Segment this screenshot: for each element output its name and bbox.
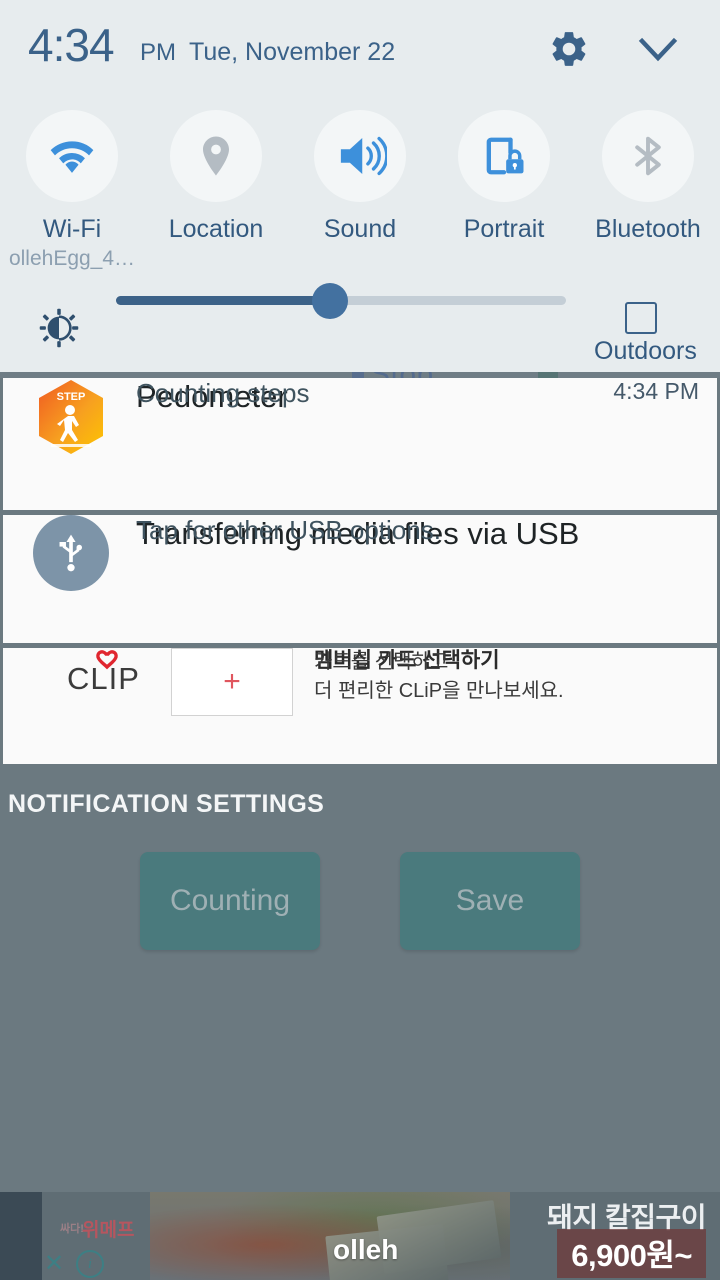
clock-ampm: PM bbox=[140, 39, 176, 66]
wifi-icon bbox=[26, 110, 118, 202]
notification-pedometer[interactable]: STEP Pedometer Counting steps 4:34 PM bbox=[3, 378, 717, 510]
usb-icon bbox=[33, 515, 109, 591]
notification-settings-heading: NOTIFICATION SETTINGS bbox=[8, 790, 325, 818]
svg-text:STEP: STEP bbox=[57, 391, 86, 403]
quick-settings-panel: 4:34 PM Tue, November 22 Wi-Fi ollehEgg_… bbox=[0, 0, 720, 372]
notification-clip[interactable]: CLIP + 멤버십 카드 선택하기 카드를 선택하고 더 편리한 CLiP을 … bbox=[3, 648, 717, 764]
notification-subtitle: Tap for other USB options. bbox=[136, 515, 441, 545]
gear-icon[interactable] bbox=[548, 28, 590, 70]
quick-toggle-label: Bluetooth bbox=[595, 215, 701, 243]
screen-rotation-lock-icon bbox=[458, 110, 550, 202]
clip-add-card-button[interactable]: + bbox=[171, 648, 293, 716]
counting-button[interactable]: Counting bbox=[140, 852, 320, 950]
close-icon[interactable]: ✕ bbox=[44, 1252, 64, 1276]
ad-price: 6,900원~ bbox=[557, 1229, 706, 1278]
info-icon[interactable]: i bbox=[76, 1250, 104, 1278]
notification-body: 카드를 선택하고 더 편리한 CLiP을 만나보세요. bbox=[314, 651, 564, 702]
notification-usb[interactable]: Transferring media files via USB Tap for… bbox=[3, 515, 717, 643]
quick-toggle-wifi[interactable]: Wi-Fi ollehEgg_4… bbox=[0, 104, 144, 274]
quick-toggle-portrait[interactable]: Portrait bbox=[432, 104, 576, 274]
outdoors-label: Outdoors bbox=[594, 337, 697, 365]
ad-brand-prefix: 싸다! bbox=[60, 1223, 84, 1235]
svg-text:CLIP: CLIP bbox=[67, 661, 140, 694]
ad-banner-left-panel bbox=[0, 1192, 42, 1280]
save-button[interactable]: Save bbox=[400, 852, 580, 950]
chevron-down-icon[interactable] bbox=[636, 30, 680, 70]
notification-subtitle: Counting steps bbox=[136, 378, 310, 408]
ad-watermark: olleh bbox=[333, 1234, 399, 1265]
notification-list: STEP Pedometer Counting steps 4:34 PM Tr… bbox=[0, 378, 720, 769]
quick-settings-toggles: Wi-Fi ollehEgg_4… Location Sound Portrai… bbox=[0, 104, 720, 274]
plus-icon: + bbox=[223, 665, 241, 698]
bluetooth-icon bbox=[602, 110, 694, 202]
quick-toggle-label: Portrait bbox=[463, 215, 545, 243]
brightness-slider-fill bbox=[116, 296, 332, 305]
quick-toggle-sound[interactable]: Sound bbox=[288, 104, 432, 274]
quick-toggle-label: Location bbox=[168, 215, 264, 243]
outdoors-checkbox[interactable] bbox=[625, 302, 657, 334]
ad-brand-name: 위메프 bbox=[82, 1220, 135, 1241]
quick-toggle-bluetooth[interactable]: Bluetooth bbox=[576, 104, 720, 274]
quick-toggle-location[interactable]: Location bbox=[144, 104, 288, 274]
brightness-row: Outdoors bbox=[0, 283, 720, 366]
brightness-icon bbox=[38, 307, 80, 349]
notification-time: 4:34 PM bbox=[613, 378, 699, 404]
clock-time: 4:34 bbox=[28, 19, 115, 71]
status-header: 4:34 PM Tue, November 22 bbox=[0, 0, 720, 96]
quick-toggle-label: Sound bbox=[323, 215, 397, 243]
sound-speaker-icon bbox=[314, 110, 406, 202]
quick-toggle-label: Wi-Fi bbox=[42, 215, 102, 243]
clip-logo-icon: CLIP bbox=[65, 648, 161, 696]
brightness-slider[interactable] bbox=[116, 283, 566, 319]
location-pin-icon bbox=[170, 110, 262, 202]
clock-date: Tue, November 22 bbox=[189, 38, 396, 66]
wifi-ssid-label: ollehEgg_4… bbox=[8, 247, 136, 270]
pedometer-hexagon-icon: STEP bbox=[35, 378, 107, 456]
brightness-slider-thumb[interactable] bbox=[312, 283, 348, 319]
background-button-row: Counting Save bbox=[0, 852, 720, 952]
